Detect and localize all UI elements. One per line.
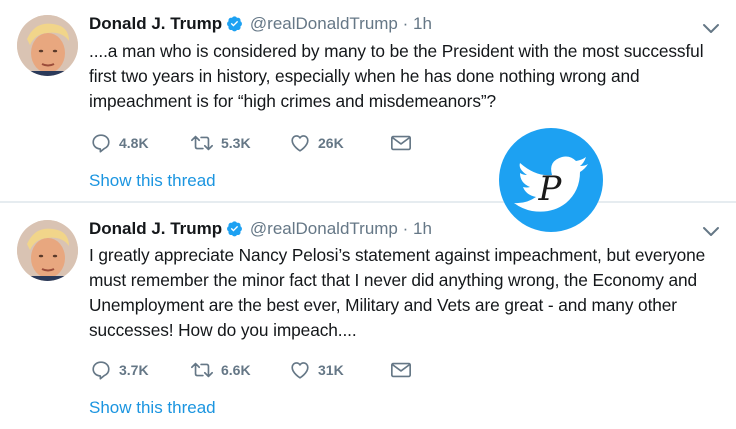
like-button[interactable]: 26K [289,131,344,155]
verified-badge-icon [226,220,243,242]
avatar[interactable] [17,220,78,281]
tweet-1[interactable]: Donald J. Trump @realDonaldTrump · 1h ..… [0,0,736,203]
reply-button[interactable]: 3.7K [90,358,149,382]
retweet-icon [191,135,213,151]
author-handle[interactable]: @realDonaldTrump [250,219,398,238]
reply-count: 3.7K [119,362,149,378]
show-thread-link[interactable]: Show this thread [89,398,216,418]
message-button[interactable] [390,131,412,155]
envelope-icon [391,362,411,378]
chevron-down-icon[interactable] [702,226,720,238]
author-name[interactable]: Donald J. Trump [89,14,222,33]
retweet-button[interactable]: 6.6K [190,358,251,382]
tweet-header: Donald J. Trump @realDonaldTrump · 1h [89,14,432,37]
twitter-bird-logo: P [499,128,603,232]
author-handle[interactable]: @realDonaldTrump [250,14,398,33]
timestamp[interactable]: 1h [413,219,432,238]
retweet-icon [191,362,213,378]
tweet-2[interactable]: Donald J. Trump @realDonaldTrump · 1h I … [0,203,736,429]
envelope-icon [391,135,411,151]
separator-dot: · [402,14,409,33]
reply-button[interactable]: 4.8K [90,131,149,155]
verified-badge-icon [226,15,243,37]
separator-dot: · [402,219,409,238]
avatar-image [17,15,78,76]
watermark-letter: P [538,169,563,209]
reply-icon [92,361,110,380]
tweet-text: ....a man who is considered by many to b… [89,41,704,111]
tweet-text: I greatly appreciate Nancy Pelosi’s stat… [89,245,706,340]
heart-icon [291,362,309,379]
like-count: 31K [318,362,344,378]
avatar[interactable] [17,15,78,76]
like-button[interactable]: 31K [289,358,344,382]
reply-count: 4.8K [119,135,149,151]
author-name[interactable]: Donald J. Trump [89,219,222,238]
retweet-count: 6.6K [221,362,251,378]
show-thread-link[interactable]: Show this thread [89,171,216,191]
tweet-header: Donald J. Trump @realDonaldTrump · 1h [89,219,432,242]
reply-icon [92,134,110,153]
retweet-button[interactable]: 5.3K [190,131,251,155]
timestamp[interactable]: 1h [413,14,432,33]
heart-icon [291,135,309,152]
like-count: 26K [318,135,344,151]
chevron-down-icon[interactable] [702,23,720,35]
retweet-count: 5.3K [221,135,251,151]
avatar-image [17,220,78,281]
message-button[interactable] [390,358,412,382]
